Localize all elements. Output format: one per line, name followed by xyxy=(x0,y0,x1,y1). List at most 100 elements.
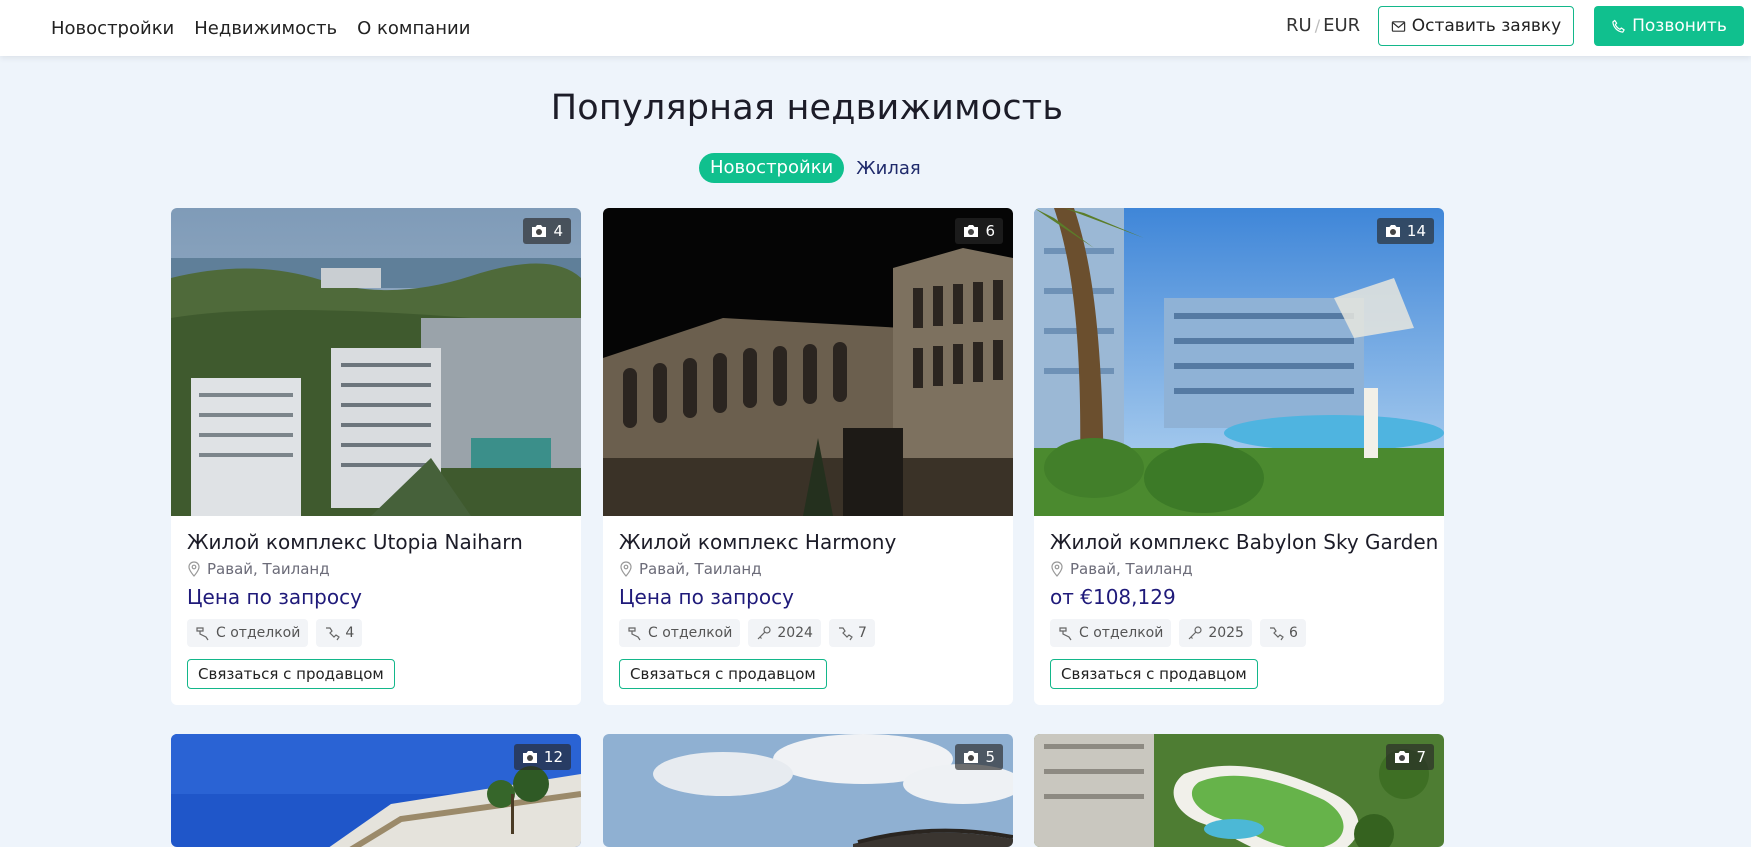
tab-new-buildings[interactable]: Новостройки xyxy=(699,153,845,183)
camera-icon xyxy=(522,751,537,763)
tag-rooms: 6 xyxy=(1259,619,1306,647)
language-currency-switcher: RU / EUR xyxy=(1286,15,1360,36)
tag-label: С отделкой xyxy=(1079,625,1164,641)
property-title[interactable]: Жилой комплекс Babylon Sky Garden II xyxy=(1050,530,1444,554)
tag-completion-year: 2024 xyxy=(748,619,821,647)
property-tags: С отделкой 4 xyxy=(187,619,565,647)
tag-label: 6 xyxy=(1288,625,1298,641)
tag-label: 4 xyxy=(345,625,355,641)
phone-icon xyxy=(1612,19,1625,33)
language-select[interactable]: RU xyxy=(1286,15,1312,36)
tag-finishing: С отделкой xyxy=(187,619,309,647)
photo-count: 12 xyxy=(543,748,563,766)
nav-link-real-estate[interactable]: Недвижимость xyxy=(194,18,337,39)
property-location: Равай, Таиланд xyxy=(619,560,997,578)
property-photo-image xyxy=(603,734,1013,847)
photo-count-badge: 12 xyxy=(513,744,571,770)
currency-select[interactable]: EUR xyxy=(1323,15,1360,36)
property-photo[interactable]: 7 xyxy=(1034,734,1444,847)
property-location: Равай, Таиланд xyxy=(1050,560,1428,578)
photo-count-badge: 14 xyxy=(1376,218,1434,244)
photo-count-badge: 5 xyxy=(955,744,1003,770)
property-card[interactable]: 5 xyxy=(603,734,1013,847)
contact-seller-button[interactable]: Связаться с продавцом xyxy=(1050,659,1258,689)
tag-rooms: 4 xyxy=(316,619,363,647)
camera-icon xyxy=(1395,751,1410,763)
camera-icon xyxy=(1385,225,1400,237)
property-card[interactable]: 4 Жилой комплекс Utopia Naiharn Равай, Т… xyxy=(171,208,581,705)
nav-link-about[interactable]: О компании xyxy=(357,18,470,39)
tag-label: 7 xyxy=(857,625,867,641)
finishing-icon xyxy=(1059,627,1072,641)
property-card[interactable]: 12 xyxy=(171,734,581,847)
property-location: Равай, Таиланд xyxy=(187,560,565,578)
leave-request-label: Оставить заявку xyxy=(1411,16,1562,36)
property-photo[interactable]: 14 xyxy=(1034,208,1444,516)
photo-count: 4 xyxy=(553,222,563,240)
property-photo[interactable]: 12 xyxy=(171,734,581,847)
location-text: Равай, Таиланд xyxy=(207,560,330,578)
location-pin-icon xyxy=(1051,561,1063,577)
photo-count: 7 xyxy=(1416,748,1426,766)
nav-link-new-buildings[interactable]: Новостройки xyxy=(51,18,174,39)
rooms-icon xyxy=(326,627,341,641)
photo-count-badge: 7 xyxy=(1386,744,1434,770)
card-body: Жилой комплекс Babylon Sky Garden II Рав… xyxy=(1034,516,1444,705)
location-text: Равай, Таиланд xyxy=(1070,560,1193,578)
camera-icon xyxy=(964,751,979,763)
tag-completion-year: 2025 xyxy=(1179,619,1252,647)
property-photo[interactable]: 5 xyxy=(603,734,1013,847)
top-navbar: Новостройки Недвижимость О компании RU / E… xyxy=(0,0,1751,56)
finishing-icon xyxy=(196,627,209,641)
property-price: Цена по запросу xyxy=(619,585,794,609)
card-body: Жилой комплекс Utopia Naiharn Равай, Таи… xyxy=(171,516,581,705)
rooms-icon xyxy=(838,627,853,641)
tag-label: С отделкой xyxy=(648,625,733,641)
property-photo-image xyxy=(1034,208,1444,516)
tag-label: 2024 xyxy=(777,625,813,641)
property-photo-image xyxy=(1034,734,1444,847)
property-photo-image xyxy=(603,208,1013,516)
location-text: Равай, Таиланд xyxy=(639,560,762,578)
photo-count: 14 xyxy=(1406,222,1426,240)
call-label: Позвонить xyxy=(1632,16,1727,36)
finishing-icon xyxy=(628,627,641,641)
camera-icon xyxy=(532,225,547,237)
tag-finishing: С отделкой xyxy=(619,619,741,647)
location-pin-icon xyxy=(620,561,632,577)
property-price: от €108,129 xyxy=(1050,585,1176,609)
call-button[interactable]: Позвонить xyxy=(1594,6,1744,46)
photo-count: 5 xyxy=(985,748,995,766)
property-card[interactable]: 14 Жилой комплекс Babylon Sky Garden II … xyxy=(1034,208,1444,705)
camera-icon xyxy=(964,225,979,237)
card-body: Жилой комплекс Harmony Равай, Таиланд Це… xyxy=(603,516,1013,705)
tag-finishing: С отделкой xyxy=(1050,619,1172,647)
main-nav: Новостройки Недвижимость О компании xyxy=(51,0,470,56)
key-icon xyxy=(1188,626,1202,640)
property-photo-image xyxy=(171,208,581,516)
category-tabs: Новостройки Жилая xyxy=(699,153,925,183)
property-price: Цена по запросу xyxy=(187,585,362,609)
contact-seller-button[interactable]: Связаться с продавцом xyxy=(187,659,395,689)
envelope-icon xyxy=(1391,20,1405,32)
key-icon xyxy=(757,626,771,640)
photo-count: 6 xyxy=(985,222,995,240)
tag-rooms: 7 xyxy=(828,619,875,647)
tag-label: С отделкой xyxy=(216,625,301,641)
tab-residential[interactable]: Жилая xyxy=(852,158,924,179)
tag-label: 2025 xyxy=(1208,625,1244,641)
rooms-icon xyxy=(1269,627,1284,641)
section-title: Популярная недвижимость xyxy=(550,88,1064,128)
property-card[interactable]: 7 xyxy=(1034,734,1444,847)
photo-count-badge: 6 xyxy=(955,218,1003,244)
property-photo[interactable]: 4 xyxy=(171,208,581,516)
location-pin-icon xyxy=(188,561,200,577)
property-title[interactable]: Жилой комплекс Utopia Naiharn xyxy=(187,530,565,554)
property-tags: С отделкой 2025 6 xyxy=(1050,619,1428,647)
contact-seller-button[interactable]: Связаться с продавцом xyxy=(619,659,827,689)
property-title[interactable]: Жилой комплекс Harmony xyxy=(619,530,997,554)
photo-count-badge: 4 xyxy=(523,218,571,244)
leave-request-button[interactable]: Оставить заявку xyxy=(1378,6,1574,46)
property-card[interactable]: 6 Жилой комплекс Harmony Равай, Таиланд … xyxy=(603,208,1013,705)
property-photo[interactable]: 6 xyxy=(603,208,1013,516)
